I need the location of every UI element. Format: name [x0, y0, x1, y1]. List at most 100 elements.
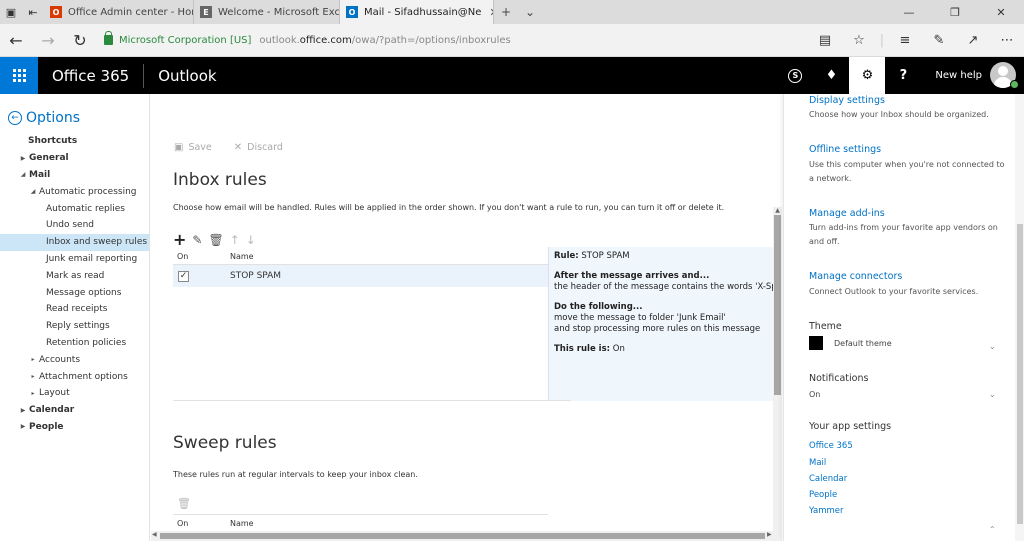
notifications-dropdown[interactable]: On [809, 390, 820, 399]
back-arrow-icon: ← [8, 111, 22, 125]
settings-gear-icon[interactable]: ⚙ [849, 57, 886, 94]
main-content: ▣ Save ✕ Discard Inbox rules Choose how em… [151, 94, 782, 541]
suite-header: Office 365 Outlook S ♦ ⚙ ? New help [0, 57, 1024, 94]
skype-icon[interactable]: S [777, 57, 813, 94]
nav-item-layout[interactable]: ▸ Layout [0, 385, 149, 402]
browser-tab-exchange[interactable]: E Welcome - Microsoft Exchange [194, 0, 340, 24]
settings-pane: Display settings Choose how your Inbox s… [783, 94, 1024, 541]
manage-addins-desc: Turn add-ins from your favorite app vend… [809, 223, 998, 246]
nav-item-junk-email-reporting[interactable]: Junk email reporting [0, 251, 149, 268]
nav-item-read-receipts[interactable]: Read receipts [0, 301, 149, 318]
nav-item-attachment-options[interactable]: ▸ Attachment options [0, 368, 149, 385]
move-down-arrow-icon[interactable]: ↓ [246, 233, 256, 247]
nav-item-mail[interactable]: ◢ Mail [0, 167, 149, 184]
favorite-star-icon[interactable]: ☆ [842, 33, 876, 48]
inbox-rules-table: On Name ✓ STOP SPAM [173, 249, 548, 287]
close-window-icon[interactable]: ✕ [978, 0, 1024, 24]
nav-item-accounts[interactable]: ▸ Accounts [0, 351, 149, 368]
refresh-icon[interactable]: ↻ [64, 31, 96, 50]
nav-item-calendar[interactable]: ▶ Calendar [0, 402, 149, 419]
manage-connectors-link[interactable]: Manage connectors [809, 271, 902, 282]
nav-item-undo-send[interactable]: Undo send [0, 217, 149, 234]
rule-toolbar: + ✎ 🗑 ↑ ↓ [173, 230, 262, 249]
nav-item-mark-as-read[interactable]: Mark as read [0, 267, 149, 284]
back-icon[interactable]: ← [0, 31, 32, 50]
tab-manager-icon[interactable]: ▣ [0, 0, 22, 24]
collapse-triangle-icon: ◢ [20, 171, 26, 179]
options-toolbar: ▣ Save ✕ Discard [174, 142, 305, 153]
nav-item-reply-settings[interactable]: Reply settings [0, 318, 149, 335]
chevron-up-icon[interactable]: ⌃ [989, 525, 996, 534]
sweep-rules-description: These rules run at regular intervals to … [173, 470, 418, 479]
url-field[interactable]: Microsoft Corporation [US] outlook.offic… [104, 31, 511, 46]
certificate-label: Microsoft Corporation [US] [119, 34, 252, 46]
expand-triangle-icon: ▶ [20, 423, 26, 431]
nav-item-general[interactable]: ▶ General [0, 150, 149, 167]
app-settings-label: Your app settings [809, 421, 892, 432]
reading-view-icon[interactable]: ▤ [808, 33, 842, 48]
edit-pencil-icon[interactable]: ✎ [192, 233, 202, 247]
nav-item-shortcuts[interactable]: Shortcuts [0, 133, 149, 150]
nav-item-inbox-sweep-rules[interactable]: Inbox and sweep rules [0, 233, 149, 251]
set-aside-tabs-icon[interactable]: ⇤ [22, 0, 44, 24]
display-settings-desc: Choose how your Inbox should be organize… [809, 110, 989, 119]
save-disk-icon: ▣ [174, 142, 184, 153]
notifications-bell-icon[interactable]: ♦ [813, 57, 849, 94]
app-settings-office365[interactable]: Office 365 [809, 441, 853, 451]
table-row[interactable]: ✓ STOP SPAM [173, 265, 548, 287]
horizontal-scrollbar[interactable]: ◀ ▶ [151, 531, 782, 541]
nav-item-automatic-replies[interactable]: Automatic replies [0, 200, 149, 217]
notifications-chevron-down-icon[interactable]: ⌄ [989, 390, 996, 399]
user-name[interactable]: New help [921, 57, 990, 94]
discard-button[interactable]: ✕ Discard [234, 142, 283, 153]
nav-item-message-options[interactable]: Message options [0, 284, 149, 301]
app-settings-yammer[interactable]: Yammer [809, 506, 844, 516]
nav-item-automatic-processing[interactable]: ◢ Automatic processing [0, 183, 149, 200]
offline-settings-desc: Use this computer when you're not connec… [809, 160, 1005, 183]
manage-connectors-desc: Connect Outlook to your favorite service… [809, 287, 979, 296]
options-nav: ← Options Shortcuts ▶ General ◢ Mail ◢ Auto… [0, 94, 150, 541]
rule-name: STOP SPAM [230, 271, 282, 281]
browser-tab-mail[interactable]: O Mail - Sifadhussain@Ne ✕ [340, 0, 494, 24]
move-up-arrow-icon[interactable]: ↑ [230, 233, 240, 247]
brand-link[interactable]: Office 365 [38, 67, 143, 85]
nav-item-people[interactable]: ▶ People [0, 419, 149, 436]
vertical-scrollbar[interactable]: ▲ [773, 207, 782, 531]
discard-x-icon: ✕ [233, 142, 243, 153]
app-settings-calendar[interactable]: Calendar [809, 474, 847, 484]
options-back-link[interactable]: ← Options [0, 94, 149, 126]
share-icon[interactable]: ↗ [956, 33, 990, 48]
new-tab-icon[interactable]: + [494, 0, 518, 24]
sweep-rules-title: Sweep rules [173, 433, 277, 453]
settings-pane-scrollbar[interactable] [1015, 94, 1024, 541]
theme-chevron-down-icon[interactable]: ⌄ [989, 342, 996, 351]
more-icon[interactable]: ⋯ [990, 33, 1024, 48]
minimize-icon[interactable]: — [886, 0, 932, 24]
browser-tab-admin-center[interactable]: O Office Admin center - Home [44, 0, 194, 24]
help-icon[interactable]: ? [885, 57, 921, 94]
manage-addins-link[interactable]: Manage add-ins [809, 208, 885, 219]
app-settings-mail[interactable]: Mail [809, 458, 826, 468]
scroll-up-icon: ▲ [775, 207, 780, 214]
save-button[interactable]: ▣ Save [174, 142, 212, 153]
display-settings-link[interactable]: Display settings [809, 95, 885, 106]
notifications-label: Notifications [809, 373, 869, 384]
forward-icon[interactable]: → [32, 31, 64, 50]
app-launcher-icon[interactable] [0, 57, 38, 94]
theme-dropdown[interactable]: Default theme [809, 336, 892, 350]
offline-settings-link[interactable]: Offline settings [809, 144, 881, 155]
tab-preview-chevron-icon[interactable]: ⌄ [518, 0, 542, 24]
sweep-table-header: On Name [173, 514, 548, 532]
rule-enabled-checkbox[interactable]: ✓ [178, 270, 189, 282]
add-rule-icon[interactable]: + [173, 230, 186, 249]
sweep-delete-trash-icon[interactable]: 🗑 [177, 497, 191, 510]
app-name[interactable]: Outlook [144, 67, 230, 85]
restore-icon[interactable]: ❐ [932, 0, 978, 24]
collapse-triangle-icon: ◢ [30, 188, 36, 196]
url-text: outlook.office.com/owa/?path=/options/in… [259, 34, 511, 46]
nav-item-retention-policies[interactable]: Retention policies [0, 335, 149, 352]
delete-trash-icon[interactable]: 🗑 [208, 233, 223, 247]
web-note-icon[interactable]: ✎ [922, 33, 956, 48]
app-settings-people[interactable]: People [809, 490, 837, 500]
hub-icon[interactable]: ≡ [888, 33, 922, 48]
